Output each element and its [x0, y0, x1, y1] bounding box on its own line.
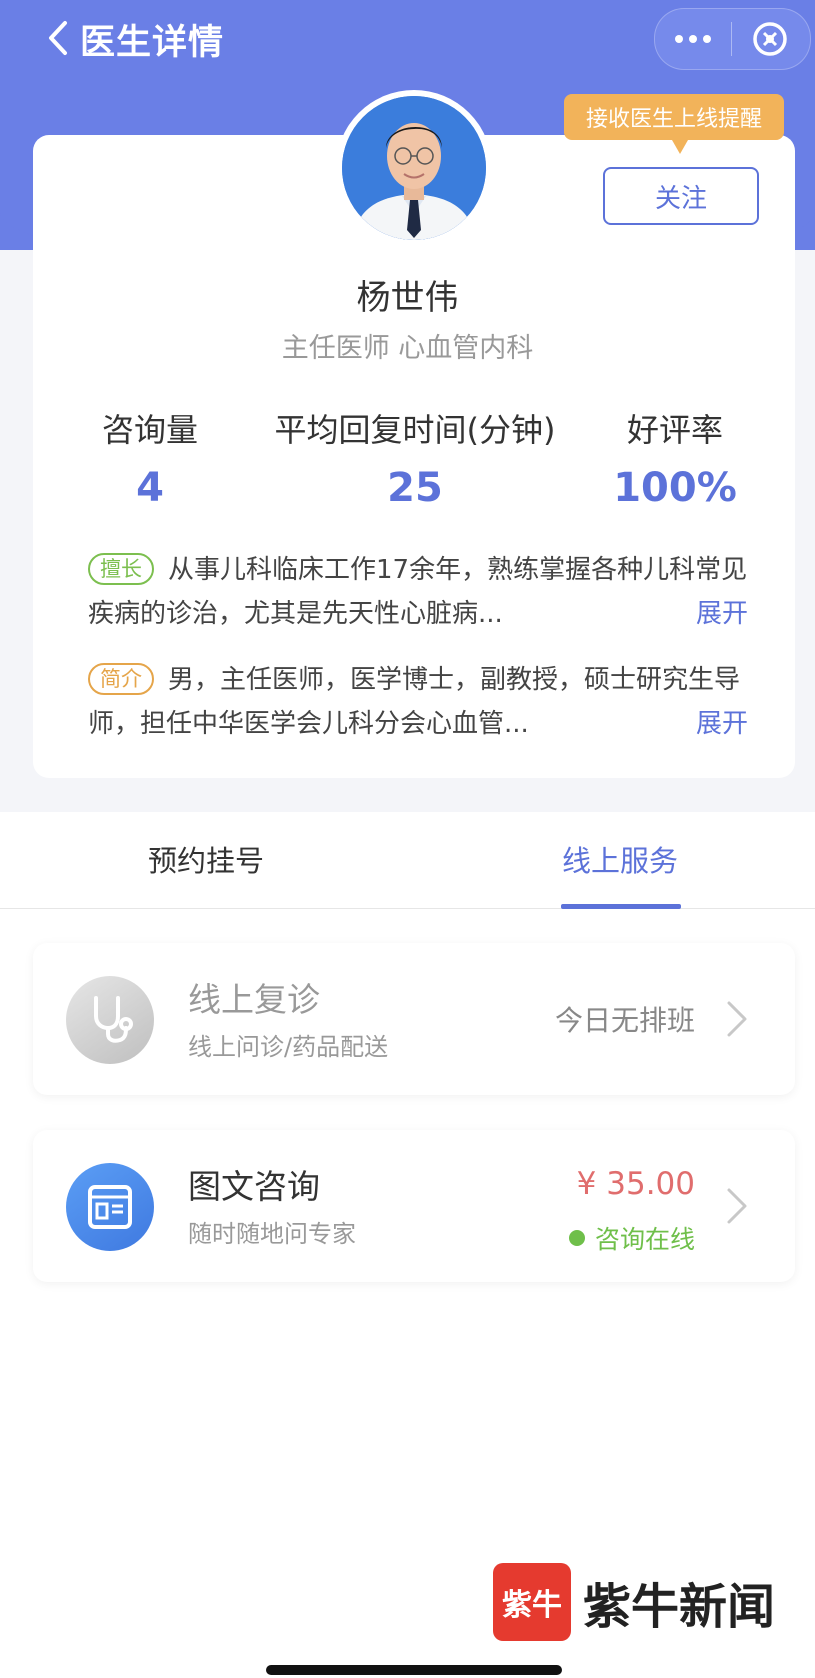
- stat-consultations: 咨询量 4: [60, 405, 240, 511]
- doctor-name: 杨世伟: [356, 278, 459, 318]
- tab-appointment[interactable]: 预约挂号: [148, 838, 264, 880]
- online-status-label: 咨询在线: [594, 1225, 695, 1254]
- chevron-left-icon: [49, 21, 67, 55]
- stat-value: 4: [136, 465, 164, 511]
- expand-specialty-link[interactable]: 展开: [685, 592, 748, 636]
- home-indicator[interactable]: [266, 1665, 562, 1675]
- active-tab-indicator: [561, 904, 681, 909]
- specialty-tag: 擅长: [88, 553, 154, 585]
- stat-rating: 好评率 100%: [590, 405, 760, 511]
- service-icon-bg: [66, 1163, 154, 1251]
- online-dot-icon: [568, 1230, 585, 1246]
- stat-reply-time: 平均回复时间(分钟) 25: [255, 405, 575, 511]
- news-logo: 紫牛: [493, 1563, 571, 1641]
- more-icon: [675, 35, 711, 43]
- service-title: 线上复诊: [188, 980, 320, 1019]
- chevron-right-icon: [727, 1188, 747, 1224]
- follow-button[interactable]: 关注: [603, 167, 759, 225]
- back-button[interactable]: [38, 18, 78, 58]
- miniprogram-capsule: [654, 8, 811, 70]
- page-title: 医生详情: [80, 23, 225, 63]
- tab-bar: 预约挂号 线上服务: [0, 812, 815, 909]
- service-icon-bg: [66, 976, 154, 1064]
- stat-label: 咨询量: [101, 411, 198, 449]
- stat-label: 平均回复时间(分钟): [274, 411, 556, 449]
- more-button[interactable]: [655, 9, 731, 69]
- bio-text: 男，主任医师，医学博士，副教授，硕士研究生导师，担任中华医学会儿科分会心血管..…: [88, 665, 741, 739]
- stethoscope-icon: [94, 996, 133, 1043]
- specialty-row: 擅长 从事儿科临床工作17余年，熟练掌握各种儿科常见疾病的诊治，尤其是先天性心脏病…: [88, 548, 748, 636]
- close-circle-icon: [753, 22, 787, 56]
- news-watermark: 紫牛 紫牛新闻: [493, 1563, 775, 1641]
- specialty-text: 从事儿科临床工作17余年，熟练掌握各种儿科常见疾病的诊治，尤其是先天性心脏病..…: [88, 555, 748, 629]
- news-brand-text: 紫牛新闻: [583, 1579, 776, 1635]
- expand-bio-link[interactable]: 展开: [685, 702, 748, 746]
- online-status: 咨询在线: [568, 1220, 695, 1256]
- bio-tag: 简介: [88, 663, 154, 695]
- bio-row: 简介 男，主任医师，医学博士，副教授，硕士研究生导师，担任中华医学会儿科分会心血管…: [88, 658, 748, 746]
- service-subtitle: 随时随地问专家: [188, 1220, 356, 1248]
- reminder-tooltip: 接收医生上线提醒: [564, 94, 784, 154]
- doctor-portrait: [342, 96, 486, 240]
- document-icon: [88, 1185, 132, 1229]
- close-button[interactable]: [732, 9, 808, 69]
- service-text-consult[interactable]: 图文咨询 随时随地问专家 ¥ 35.00 咨询在线: [33, 1130, 795, 1282]
- stat-value: 100%: [613, 465, 737, 511]
- schedule-status: 今日无排班: [554, 1004, 695, 1037]
- service-price: ¥ 35.00: [576, 1166, 695, 1202]
- tab-online-service[interactable]: 线上服务: [562, 838, 678, 880]
- service-online-revisit[interactable]: 线上复诊 线上问诊/药品配送 今日无排班: [33, 943, 795, 1095]
- stat-label: 好评率: [626, 411, 723, 449]
- stat-value: 25: [387, 465, 443, 511]
- doctor-avatar: [336, 90, 492, 246]
- service-title: 图文咨询: [188, 1167, 320, 1206]
- service-subtitle: 线上问诊/药品配送: [188, 1033, 389, 1061]
- chevron-right-icon: [727, 1001, 747, 1037]
- doctor-title: 主任医师 心血管内科: [281, 333, 534, 364]
